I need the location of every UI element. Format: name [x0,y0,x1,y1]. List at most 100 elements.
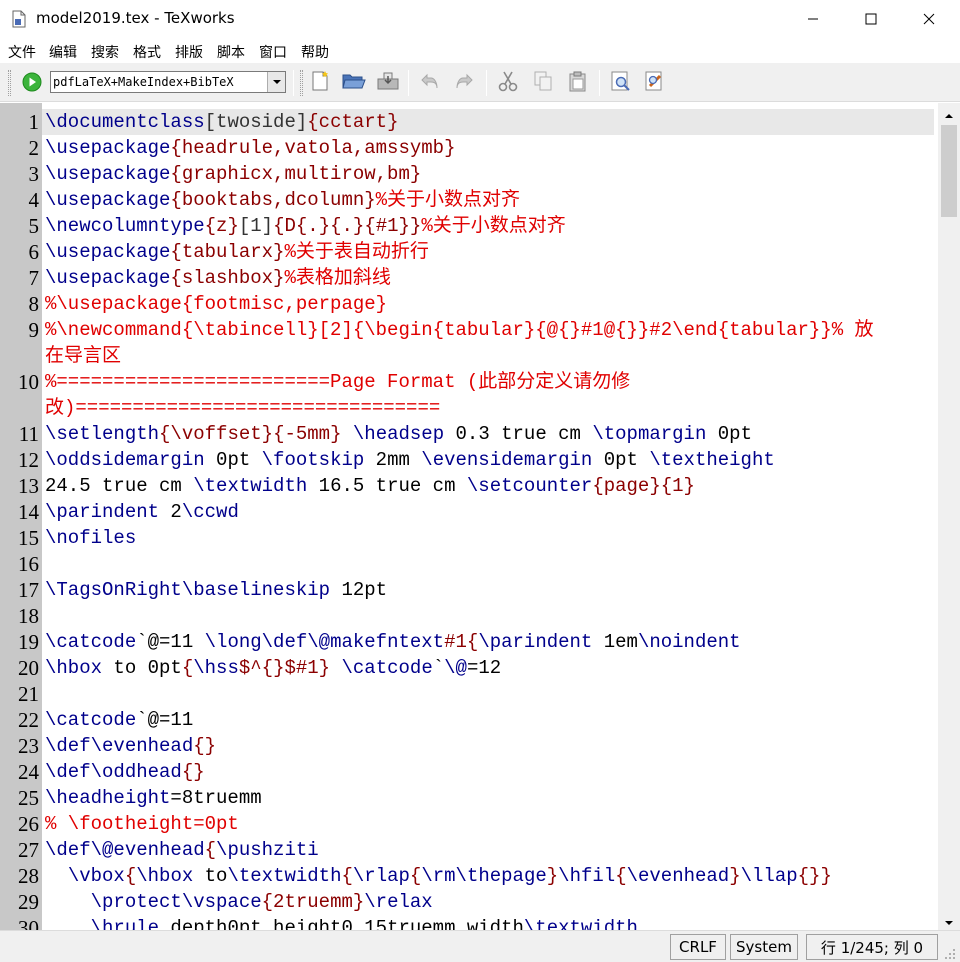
code-token: \parindent [478,631,593,653]
code-line[interactable]: \newcolumntype{z}[1]{D{.}{.}{#1}}%关于小数点对… [45,213,566,239]
code-token: {-5mm} [273,423,342,445]
code-token: {.} [330,215,365,237]
line-ending-button[interactable]: CRLF [670,934,726,960]
replace-button[interactable] [641,69,669,97]
code-line[interactable]: \headheight=8truemm [45,785,262,811]
code-token: 2 [159,501,182,523]
code-token: $^{}$ [238,657,296,679]
code-editor[interactable]: 1 2 3 4 5 6 7 8 9 10 11 12 13 14 15 16 1… [0,103,960,930]
menu-window[interactable]: 窗口 [259,42,287,62]
title-bar[interactable]: model2019.tex - TeXworks [0,0,960,38]
code-token: \documentclass [45,111,205,133]
code-line[interactable]: \def\evenhead{} [45,733,216,759]
code-line[interactable]: 24.5 true cm \textwidth 16.5 true cm \se… [45,473,695,499]
encoding-button[interactable]: System [730,934,798,960]
code-line[interactable]: \catcode`@=11 [45,707,193,733]
find-icon [610,70,632,96]
code-line[interactable]: %========================Page Format (此部… [45,369,630,395]
cursor-position[interactable]: 行 1/245; 列 0 [806,934,938,960]
code-token: \textwidth [523,917,638,930]
engine-select[interactable]: pdfLaTeX+MakeIndex+BibTeX [50,71,286,93]
scroll-up-button[interactable] [938,103,960,123]
new-file-button[interactable] [306,69,334,97]
code-line[interactable]: %\usepackage{footmisc,perpage} [45,291,387,317]
typeset-icon [22,72,42,96]
menu-search[interactable]: 搜索 [91,42,119,62]
code-comment: %表格加斜线 [284,267,391,289]
code-line-wrap[interactable]: 在导言区 [45,343,121,369]
toolbar-grip[interactable] [8,70,11,96]
code-line[interactable]: \hbox to 0pt{\hss$^{}$#1} \catcode`\@=12 [45,655,501,681]
find-button[interactable] [607,69,635,97]
scroll-down-button[interactable] [938,910,960,930]
vertical-scrollbar[interactable] [938,103,960,930]
code-comment: %\usepackage{footmisc,perpage} [45,293,388,315]
code-comment: %关于小数点对齐 [375,189,521,211]
toolbar-grip[interactable] [300,70,303,96]
code-token: \textheight [649,449,775,471]
code-line[interactable]: \usepackage{booktabs,dcolumn}%关于小数点对齐 [45,187,520,213]
code-token: \textwidth [193,475,308,497]
code-line[interactable]: \usepackage{tabularx}%关于表自动折行 [45,239,429,265]
menu-edit[interactable]: 编辑 [49,42,77,62]
menu-format[interactable]: 格式 [133,42,161,62]
toolbar-separator [599,70,600,96]
code-line[interactable]: %\newcommand{\tabincell}[2]{\begin{tabul… [45,317,874,343]
code-line-wrap[interactable]: 改)================================ [45,395,440,421]
code-line[interactable]: \def\oddhead{} [45,759,205,785]
open-button[interactable] [340,69,368,97]
code-line[interactable]: \setlength{\voffset}{-5mm} \headsep 0.3 … [45,421,752,447]
close-icon [923,10,935,29]
line-number: 10 [18,370,39,394]
code-token: \TagsOnRight [45,579,182,601]
code-token: \footskip [261,449,365,471]
chevron-down-icon[interactable] [267,72,285,92]
code-line[interactable]: \catcode`@=11 \long\def\@makefntext#1{\p… [45,629,741,655]
close-button[interactable] [900,0,958,38]
code-line[interactable]: \protect\vspace{2truemm}\relax [45,889,433,915]
code-line[interactable]: \usepackage{graphicx,multirow,bm} [45,161,421,187]
menu-scripts[interactable]: 脚本 [217,42,245,62]
code-line[interactable]: \TagsOnRight\baselineskip 12pt [45,577,387,603]
code-token: {graphicx,multirow,bm} [170,163,422,185]
code-token: `@=11 [136,709,194,731]
code-line[interactable]: \oddsidemargin 0pt \footskip 2mm \evensi… [45,447,775,473]
code-line[interactable]: \nofiles [45,525,136,551]
code-token: \hbox [45,657,103,679]
code-line[interactable]: \usepackage{headrule,vatola,amssymb} [45,135,455,161]
menu-help[interactable]: 帮助 [301,42,329,62]
maximize-button[interactable] [842,0,900,38]
code-line[interactable]: \parindent 2\ccwd [45,499,239,525]
code-token: \oddsidemargin [45,449,205,471]
code-token: \def [45,761,91,783]
copy-button[interactable] [529,69,557,97]
menu-file[interactable]: 文件 [8,42,36,62]
code-token: \usepackage [45,267,171,289]
code-token: =12 [466,657,502,679]
code-line[interactable]: \hrule depth0pt height0.15truemm width\t… [45,915,638,930]
menu-typeset[interactable]: 排版 [175,42,203,62]
save-button[interactable] [374,69,402,97]
paste-button[interactable] [564,69,592,97]
chevron-up-icon [944,104,954,123]
code-line[interactable]: \documentclass[twoside]{cctart} [45,109,398,135]
redo-button[interactable] [450,69,478,97]
code-token: \headsep [352,423,445,445]
line-number: 11 [18,422,39,446]
cut-button[interactable] [494,69,522,97]
undo-button[interactable] [416,69,444,97]
minimize-button[interactable] [784,0,842,38]
scrollbar-thumb[interactable] [941,125,957,217]
code-line[interactable]: \vbox{\hbox to\textwidth{\rlap{\rm\thepa… [45,863,832,889]
typeset-button[interactable] [20,72,44,96]
resize-grip-icon[interactable] [942,945,956,962]
code-token: \ccwd [181,501,239,523]
code-line[interactable]: \def\@evenhead{\pushziti [45,837,319,863]
code-line[interactable]: \usepackage{slashbox}%表格加斜线 [45,265,391,291]
code-token: \rm [421,865,456,887]
save-icon [376,71,400,95]
code-line[interactable]: % \footheight=0pt [45,811,239,837]
